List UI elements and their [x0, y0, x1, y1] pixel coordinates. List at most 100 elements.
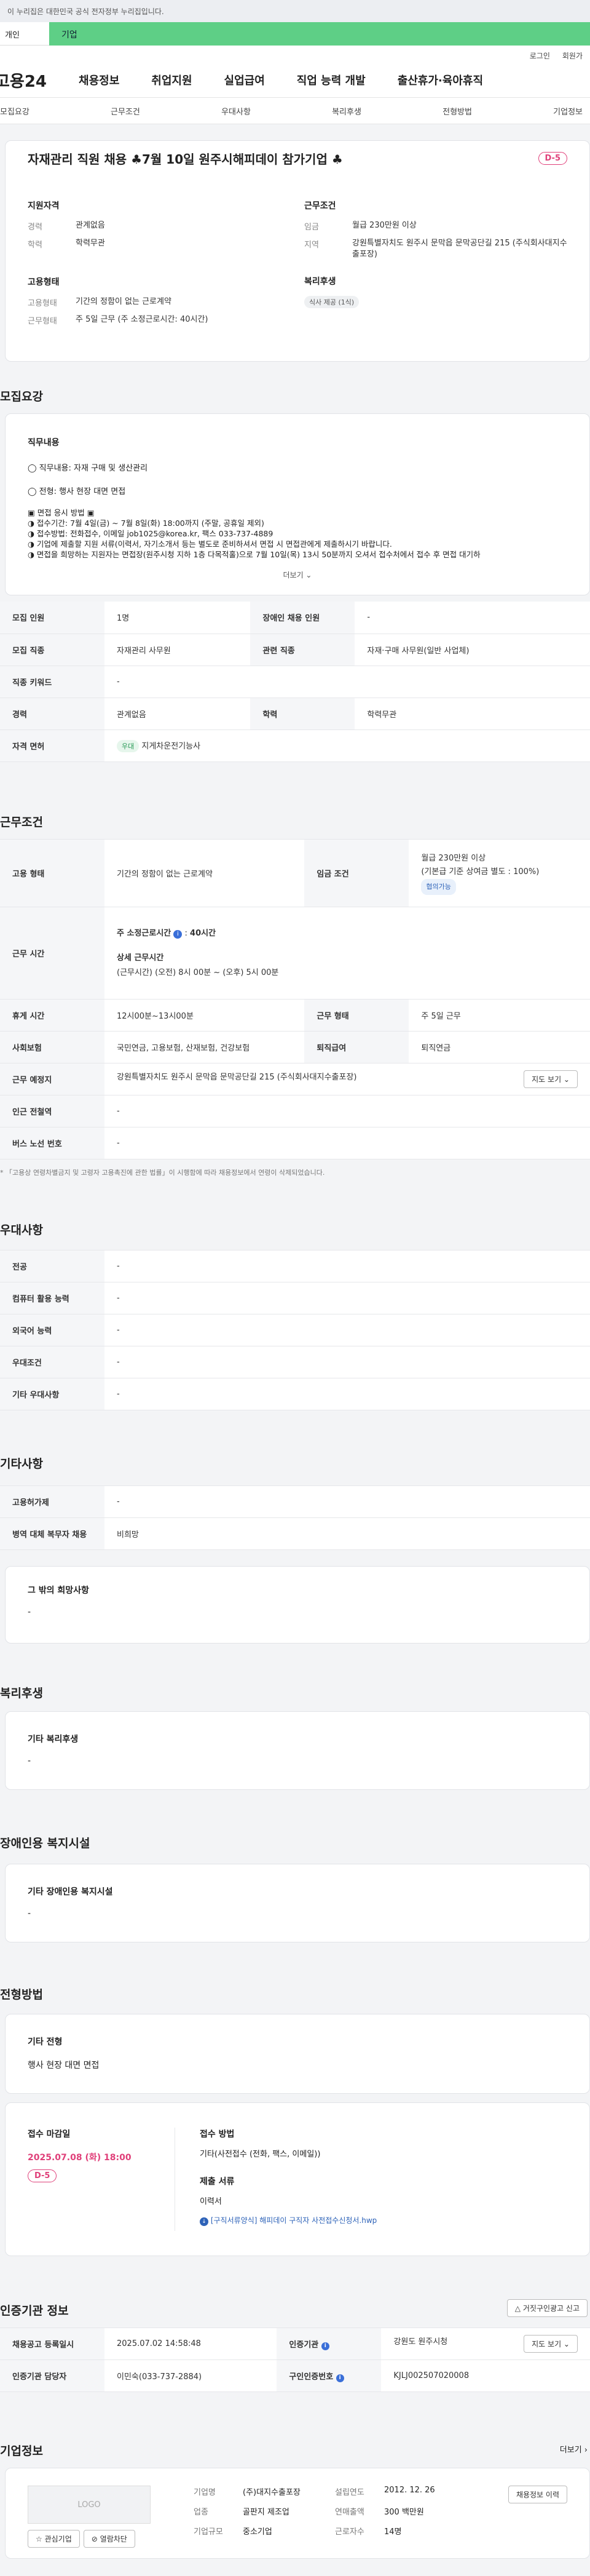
gnb-item[interactable]: 직업 능력 개발: [297, 72, 366, 88]
duty-line: ◯ 직무내용: 자재 구매 및 생산관리: [28, 464, 148, 473]
company-key: 연매출액: [335, 2508, 364, 2517]
docs-title: 제출 서류: [200, 2177, 235, 2187]
company-more-link[interactable]: 더보기 ›: [560, 2443, 588, 2455]
anchor-tab[interactable]: 기업정보: [553, 105, 583, 117]
tab-personal[interactable]: 개인: [0, 22, 49, 46]
attachment-link[interactable]: ↓ [구직서류양식] 해피데이 구직자 사전접수신청서.hwp: [200, 2215, 377, 2226]
tab-company[interactable]: 기업: [49, 22, 590, 46]
table-value: -: [104, 1250, 590, 1282]
favorite-company-button[interactable]: ☆ 관심기업: [28, 2530, 80, 2548]
select-card-value: 행사 현장 대면 면접: [28, 2061, 100, 2070]
company-logo: LOGO: [28, 2486, 151, 2524]
select-card: 기타 전형 행사 현장 대면 면접: [5, 2014, 590, 2094]
wage-value: 월급 230만원 이상: [421, 853, 486, 863]
dday-badge: D-5: [538, 152, 567, 165]
table-value: KJLJ002507020008: [381, 2359, 590, 2392]
table-key: 인증기관 담당자: [0, 2359, 104, 2392]
map-button[interactable]: 지도 보기 ⌄: [524, 1070, 578, 1088]
disab-card-title: 기타 장애인용 복지시설: [28, 1887, 113, 1897]
more-button[interactable]: 더보기 ⌄: [28, 570, 567, 580]
method-title: 접수 방법: [200, 2129, 235, 2139]
table-key: 구인인증번호 i: [277, 2359, 382, 2392]
docs-value: 이력서: [200, 2197, 222, 2206]
block-button[interactable]: ⊘ 열람차단: [83, 2530, 135, 2548]
table-key: 우대조건: [0, 1346, 104, 1378]
select-section-title: 전형방법: [0, 1988, 43, 2002]
disab-card-value: -: [28, 1909, 31, 1918]
anchor-tab[interactable]: 근무조건: [111, 105, 140, 117]
table-key: 관련 직종: [250, 634, 355, 666]
table-value: -: [104, 666, 590, 698]
qual-value: 관계없음: [76, 221, 105, 230]
company-value: 300 백만원: [384, 2508, 424, 2517]
table-key: 채용공고 등록일시: [0, 2328, 104, 2360]
company-key: 근로자수: [335, 2527, 364, 2537]
anchor-tab[interactable]: 복리후생: [332, 105, 361, 117]
method-line: ◑ 접수기간: 7월 4일(금) ~ 7월 8일(화) 18:00까지 (주말,…: [28, 519, 264, 528]
table-value: 자재·구매 사무원(일반 사업체): [355, 634, 590, 666]
table-key: 사회보험: [0, 1031, 104, 1063]
anchor-tab[interactable]: 전형방법: [442, 105, 472, 117]
join-link[interactable]: 회원가: [562, 50, 583, 60]
block-icon: ⊘: [91, 2535, 98, 2543]
gov-notice: 이 누리집은 대한민국 공식 전자정부 누리집입니다.: [0, 0, 590, 22]
table-value: 비희망: [104, 1517, 590, 1550]
job-history-button[interactable]: 채용정보 이력: [508, 2486, 567, 2503]
welfare-chip: 식사 제공 (1식): [304, 296, 360, 308]
login-link[interactable]: 로그인: [530, 50, 550, 60]
table-key: 근무 형태: [304, 999, 409, 1032]
qual-title: 지원자격: [28, 201, 60, 211]
cond-value: 강원특별자치도 원주시 문막읍 문막공단길 215 (주식회사대지수출포장): [352, 239, 567, 259]
table-value: 퇴직연금: [409, 1031, 590, 1063]
site-logo[interactable]: 고용24: [0, 69, 47, 92]
table-key: 전공: [0, 1250, 104, 1282]
table-key: 근무 시간: [0, 907, 104, 1000]
attachment-name: [구직서류양식] 해피데이 구직자 사전접수신청서.hwp: [210, 2216, 377, 2225]
pref-section-title: 우대사항: [0, 1223, 43, 1237]
anchor-tab[interactable]: 모집요강: [0, 105, 30, 117]
table-key: 고용허가제: [0, 1485, 104, 1518]
cert-agency: 강원도 원주시청: [393, 2337, 448, 2347]
table-key: 직종 키워드: [0, 666, 104, 698]
company-value: 2012. 12. 26: [384, 2486, 435, 2495]
welfare-card-title: 기타 복리후생: [28, 1735, 79, 1744]
report-button[interactable]: △ 거짓구인광고 신고: [506, 2299, 588, 2317]
table-key: 인근 전철역: [0, 1095, 104, 1127]
table-key: 인증기관 i: [277, 2328, 382, 2360]
method-head: ▣ 면접 응시 방법 ▣: [28, 508, 95, 517]
table-value: 학력무관: [355, 698, 590, 730]
job-summary-card: 자재관리 직원 채용 ♣7월 10일 원주시해피데이 참가기업 ♣ D-5 지원…: [5, 140, 590, 362]
anchor-tab[interactable]: 우대사항: [221, 105, 251, 117]
info-icon[interactable]: i: [336, 2374, 344, 2382]
table-key: 근무 예정지: [0, 1063, 104, 1095]
company-value: 중소기업: [243, 2527, 272, 2537]
gnb-item[interactable]: 출산휴가·육아휴직: [398, 72, 483, 88]
table-key: 퇴직급여: [304, 1031, 409, 1063]
cond-title: 근무조건: [304, 201, 336, 211]
gnb-item[interactable]: 실업급여: [224, 72, 265, 88]
other-value: -: [28, 1607, 31, 1617]
emp-value: 주 5일 근무 (주 소정근로시간: 40시간): [76, 315, 208, 324]
gnb-item[interactable]: 취업지원: [151, 72, 192, 88]
emp-title: 고용형태: [28, 277, 60, 287]
map-button[interactable]: 지도 보기 ⌄: [524, 2335, 578, 2353]
negotiable-chip: 협의가능: [421, 878, 456, 895]
table-key: 컴퓨터 활용 능력: [0, 1282, 104, 1314]
gnb-item[interactable]: 채용정보: [79, 72, 119, 88]
method-line: ◑ 접수방법: 전화접수, 이메일 job1025@korea.kr, 팩스 0…: [28, 529, 273, 538]
info-icon[interactable]: i: [173, 929, 183, 939]
duty-card: 직무내용 ◯ 직무내용: 자재 구매 및 생산관리 ◯ 전형: 행사 현장 대면…: [5, 413, 590, 595]
company-key: 기업규모: [194, 2527, 223, 2537]
deadline-title: 접수 마감일: [28, 2129, 71, 2139]
download-icon: ↓: [200, 2217, 208, 2226]
qual-key: 경력: [28, 223, 42, 232]
method-line: ◑ 면접을 희망하는 지원자는 면접장(원주시청 지하 1층 다목적홀)으로 7…: [28, 550, 481, 559]
info-icon[interactable]: i: [321, 2342, 329, 2350]
star-icon: ☆: [36, 2535, 42, 2543]
emp-value: 기간의 정함이 없는 근로계약: [76, 297, 171, 306]
table-value: -: [104, 1127, 590, 1159]
disab-section-title: 장애인용 복지시설: [0, 1837, 90, 1850]
cond-key: 임금: [304, 223, 319, 232]
alarm-icon: △: [514, 2304, 521, 2313]
pref-chip: 우대: [117, 739, 140, 752]
